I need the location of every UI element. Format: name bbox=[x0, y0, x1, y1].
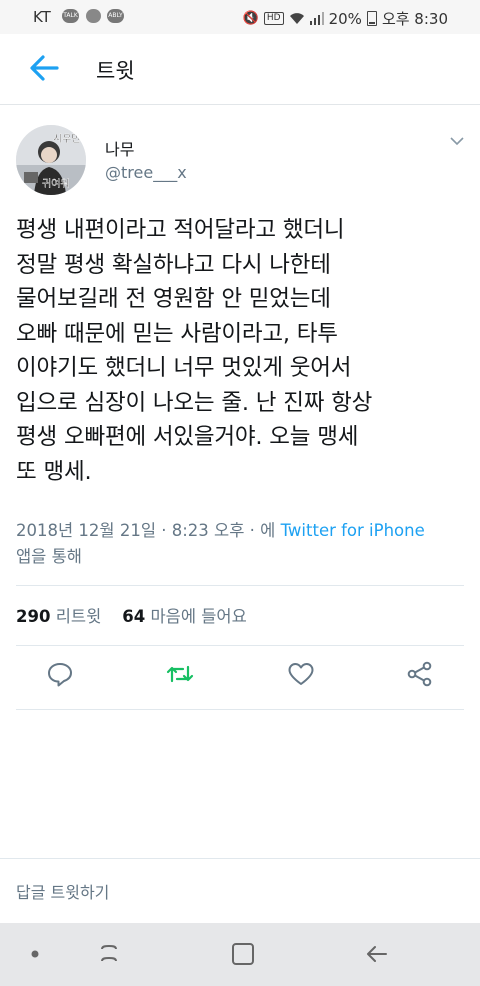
tweet-stats: 290 리트윗 64 마음에 들어요 bbox=[16, 603, 247, 627]
status-bar: KT TALK ABLY 🔇 HD 20% 오후 8:30 bbox=[0, 0, 480, 34]
like-stat[interactable]: 64 마음에 들어요 bbox=[122, 607, 247, 626]
status-time: 오후 8:30 bbox=[381, 10, 448, 28]
wifi-icon bbox=[289, 13, 304, 24]
battery-icon bbox=[366, 11, 377, 26]
back-arrow-icon[interactable] bbox=[28, 52, 60, 84]
like-icon[interactable] bbox=[287, 660, 315, 688]
signal-icon bbox=[309, 12, 324, 25]
avatar-caption-bottom: 귀여워 bbox=[42, 177, 70, 190]
retweet-label: 리트윗 bbox=[55, 607, 102, 626]
retweet-stat[interactable]: 290 리트윗 bbox=[16, 607, 101, 626]
tweet-source-suffix: 앱을 통해 bbox=[16, 547, 82, 566]
recent-apps-icon[interactable] bbox=[96, 941, 122, 967]
tweet-line: 평생 내편이라고 적어달라고 했더니 bbox=[16, 217, 345, 243]
author-handle[interactable]: @tree___x bbox=[105, 163, 187, 182]
divider bbox=[16, 585, 464, 586]
reply-input-placeholder[interactable]: 답글 트윗하기 bbox=[16, 879, 109, 903]
tweet-actions bbox=[0, 660, 480, 694]
like-count: 64 bbox=[122, 607, 146, 626]
tweet-source-link[interactable]: Twitter for iPhone bbox=[281, 521, 425, 540]
tweet-line: 오빠 때문에 믿는 사람이라고, 타투 bbox=[16, 320, 338, 347]
kakaotalk-icon: TALK bbox=[62, 9, 79, 23]
tweet-line: 평생 오빠편에 서있을거야. 오늘 맹세 bbox=[16, 424, 359, 450]
home-icon[interactable] bbox=[230, 941, 256, 967]
tweet-meta: 2018년 12월 21일 · 8:23 오후 · 에 Twitter for … bbox=[16, 518, 466, 570]
page-title: 트윗 bbox=[96, 59, 135, 83]
battery-percent: 20% bbox=[328, 9, 362, 28]
retweet-icon[interactable] bbox=[166, 660, 194, 688]
tweet-line: 또 맹세. bbox=[16, 458, 92, 485]
carrier-label: KT bbox=[33, 8, 51, 26]
tweet-text: 평생 내편이라고 적어달라고 했더니 정말 평생 확실하냐고 다시 나한테 물어… bbox=[16, 213, 466, 489]
system-navigation-bar bbox=[0, 923, 480, 986]
hd-voice-icon: HD bbox=[263, 12, 284, 25]
dot-icon[interactable] bbox=[22, 941, 48, 967]
chevron-down-icon[interactable] bbox=[450, 136, 464, 146]
tweet-timestamp: 2018년 12월 21일 · 8:23 오후 · 에 bbox=[16, 521, 276, 540]
divider bbox=[16, 709, 464, 710]
avatar[interactable]: 시우민 귀여워 bbox=[16, 125, 86, 195]
back-icon[interactable] bbox=[364, 941, 390, 967]
tweet-line: 입으로 심장이 나오는 줄. 난 진짜 항상 bbox=[16, 389, 373, 416]
mute-icon: 🔇 bbox=[242, 11, 259, 26]
like-label: 마음에 들어요 bbox=[150, 607, 247, 626]
tweet-line: 이야기도 했더니 너무 멋있게 웃어서 bbox=[16, 355, 352, 381]
top-app-bar: 트윗 bbox=[0, 34, 480, 105]
tweet-line: 물어보길래 전 영원함 안 믿었는데 bbox=[16, 286, 331, 312]
reply-icon[interactable] bbox=[46, 660, 74, 688]
ably-app-icon: ABLY bbox=[107, 9, 124, 23]
avatar-caption-top: 시우민 bbox=[53, 133, 81, 145]
retweet-count: 290 bbox=[16, 607, 51, 626]
share-icon[interactable] bbox=[406, 660, 434, 688]
divider bbox=[16, 645, 464, 646]
reply-composer[interactable]: 답글 트윗하기 bbox=[0, 858, 480, 924]
tweet-line: 정말 평생 확실하냐고 다시 나한테 bbox=[16, 251, 331, 278]
author-name[interactable]: 나무 bbox=[105, 136, 134, 160]
chat-bubble-icon bbox=[86, 9, 101, 23]
